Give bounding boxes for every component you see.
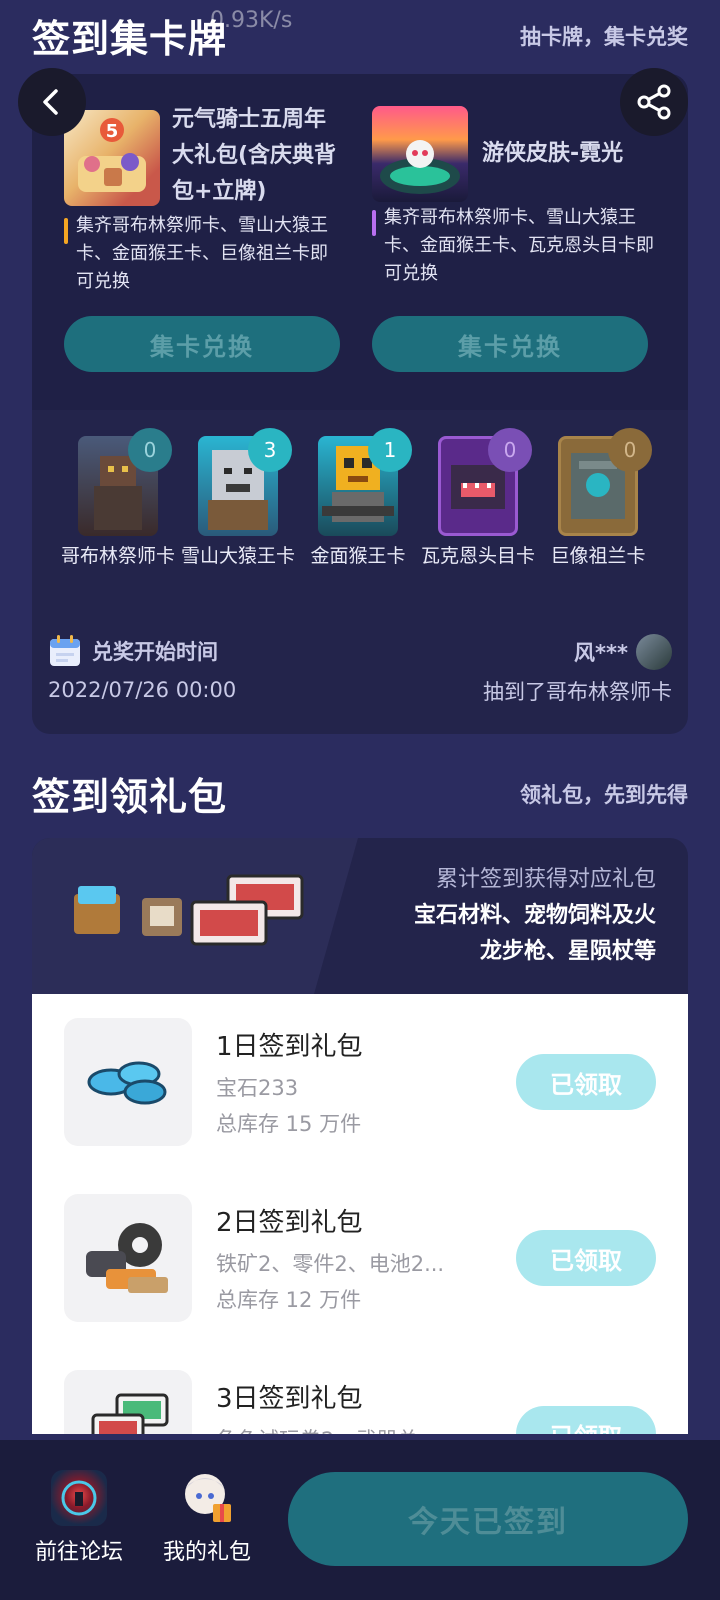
gift-content: 宝石233: [216, 1076, 299, 1100]
ticket-icon: [64, 1370, 192, 1434]
banner-text: 累计签到获得对应礼包 宝石材料、宠物饲料及火 龙步枪、星陨杖等: [414, 862, 656, 970]
gift-content: 铁矿2、零件2、电池2...: [216, 1252, 445, 1276]
reward-item: 游侠皮肤-霓光 集齐哥布林祭师卡、雪山大猿王卡、金面猴王卡、瓦克恩头目卡即可兑换…: [352, 74, 672, 410]
reward-description-text: 集齐哥布林祭师卡、雪山大猿王卡、金面猴王卡、巨像祖兰卡即可兑换: [76, 215, 328, 292]
exchange-button[interactable]: 集卡兑换: [64, 316, 340, 372]
reward-description-text: 集齐哥布林祭师卡、雪山大猿王卡、金面猴王卡、瓦克恩头目卡即可兑换: [384, 207, 654, 284]
claimed-button[interactable]: 已领取: [516, 1230, 656, 1286]
chevron-left-icon: [43, 89, 58, 115]
exchange-button[interactable]: 集卡兑换: [372, 316, 648, 372]
card-count-badge: 3: [248, 428, 292, 472]
reward-name: 元气骑士五周年大礼包(含庆典背包+立牌): [172, 107, 337, 204]
claimed-button[interactable]: 已领取: [516, 1406, 656, 1434]
gift-section-subtitle: 领礼包，先到先得: [520, 782, 688, 807]
card-section-subtitle: 抽卡牌，集卡兑奖: [520, 24, 688, 49]
banner-line: 龙步枪、星陨杖等: [479, 939, 656, 964]
gift-stock: 总库存 12 万件: [216, 1288, 362, 1312]
card-count-badge: 0: [488, 428, 532, 472]
materials-icon: [64, 1194, 192, 1322]
my-gifts-icon: [179, 1470, 235, 1526]
gift-banner: 累计签到获得对应礼包 宝石材料、宠物饲料及火 龙步枪、星陨杖等: [32, 838, 688, 994]
card-snow-ape-king[interactable]: 3 雪山大猿王卡: [178, 428, 298, 570]
reward-description: 集齐哥布林祭师卡、雪山大猿王卡、金面猴王卡、巨像祖兰卡即可兑换: [64, 212, 340, 296]
gift-list: 1日签到礼包 宝石233 总库存 15 万件 已领取 2日签到礼包 铁矿2、零件…: [32, 994, 688, 1434]
draw-start-time: 2022/07/26 00:00: [48, 678, 237, 702]
list-item: 2日签到礼包 铁矿2、零件2、电池2... 总库存 12 万件 已领取: [32, 1194, 688, 1324]
banner-line: 累计签到获得对应礼包: [435, 867, 656, 892]
list-item: 1日签到礼包 宝石233 总库存 15 万件 已领取: [32, 1018, 688, 1148]
my-gifts-nav-button[interactable]: 我的礼包: [152, 1470, 262, 1566]
gift-stock: 总库存 15 万件: [216, 1112, 362, 1136]
reward-description: 集齐哥布林祭师卡、雪山大猿王卡、金面猴王卡、瓦克恩头目卡即可兑换: [372, 204, 660, 288]
card-colossus-zulan[interactable]: 0 巨像祖兰卡: [538, 428, 658, 570]
card-name: 雪山大猿王卡: [180, 545, 295, 567]
card-goblin-priest[interactable]: 0 哥布林祭师卡: [58, 428, 178, 570]
card-section-header: 签到集卡牌 抽卡牌，集卡兑奖: [32, 8, 688, 63]
card-count-badge: 0: [128, 428, 172, 472]
gift-title: 1日签到礼包: [216, 1032, 363, 1062]
share-button[interactable]: [620, 68, 688, 136]
reward-name: 游侠皮肤-霓光: [482, 141, 624, 166]
svg-text:5: 5: [106, 121, 119, 142]
reward-item: 5 元气骑士五周年大礼包(含庆典背包+立牌) 集齐哥布林祭师卡、雪山大猿王卡、金…: [32, 74, 352, 410]
winner-username: 风***: [574, 641, 628, 665]
forum-icon: [51, 1470, 107, 1526]
gift-content: 角色试玩卷2、武器总: [216, 1424, 418, 1434]
anniversary-pack-image: 5: [64, 110, 160, 206]
gift-title: 3日签到礼包: [216, 1384, 363, 1414]
card-name: 哥布林祭师卡: [60, 545, 175, 567]
forum-label: 前往论坛: [34, 1540, 123, 1565]
card-name: 巨像祖兰卡: [550, 545, 646, 567]
rewards-area: 5 元气骑士五周年大礼包(含庆典背包+立牌) 集齐哥布林祭师卡、雪山大猿王卡、金…: [32, 74, 688, 410]
back-button[interactable]: [18, 68, 86, 136]
accent-bar: [372, 210, 376, 236]
list-item: 3日签到礼包 角色试玩卷2、武器总 已领取: [32, 1370, 688, 1434]
claimed-button[interactable]: 已领取: [516, 1054, 656, 1110]
gift-section-header: 签到领礼包 领礼包，先到先得: [32, 766, 688, 821]
card-count-badge: 1: [368, 428, 412, 472]
draw-start-info: 兑奖开始时间 2022/07/26 00:00: [48, 634, 236, 702]
gift-section-title: 签到领礼包: [32, 775, 228, 819]
share-icon: [637, 84, 671, 120]
card-golden-monkey-king[interactable]: 1 金面猴王卡: [298, 428, 418, 570]
latest-winner-info: 风*** 抽到了哥布林祭师卡: [483, 634, 672, 706]
draw-start-label: 兑奖开始时间: [92, 640, 218, 664]
cards-row: 0 哥布林祭师卡 3 雪山大猿王卡 1 金面猴王卡 0 瓦克恩头目卡 0 巨像祖…: [32, 428, 688, 616]
card-vaqueen-chief[interactable]: 0 瓦克恩头目卡: [418, 428, 538, 570]
banner-items-illustration: [74, 874, 304, 946]
bottom-bar: 前往论坛 我的礼包 今天已签到: [0, 1440, 720, 1600]
winner-text: 抽到了哥布林祭师卡: [483, 680, 672, 704]
card-name: 瓦克恩头目卡: [420, 545, 535, 567]
card-count-badge: 0: [608, 428, 652, 472]
card-name: 金面猴王卡: [310, 545, 406, 567]
accent-bar: [64, 218, 68, 244]
gem-icon: [64, 1018, 192, 1146]
forum-nav-button[interactable]: 前往论坛: [24, 1470, 134, 1566]
card-collection-panel: 5 元气骑士五周年大礼包(含庆典背包+立牌) 集齐哥布林祭师卡、雪山大猿王卡、金…: [32, 74, 688, 734]
gift-title: 2日签到礼包: [216, 1208, 363, 1238]
my-gifts-label: 我的礼包: [162, 1540, 251, 1565]
signed-in-button[interactable]: 今天已签到: [288, 1472, 688, 1566]
banner-line: 宝石材料、宠物饲料及火: [413, 903, 656, 928]
card-section-title: 签到集卡牌: [32, 17, 228, 61]
ranger-skin-image: [372, 106, 468, 202]
calendar-icon: [50, 635, 80, 666]
avatar: [636, 634, 672, 670]
